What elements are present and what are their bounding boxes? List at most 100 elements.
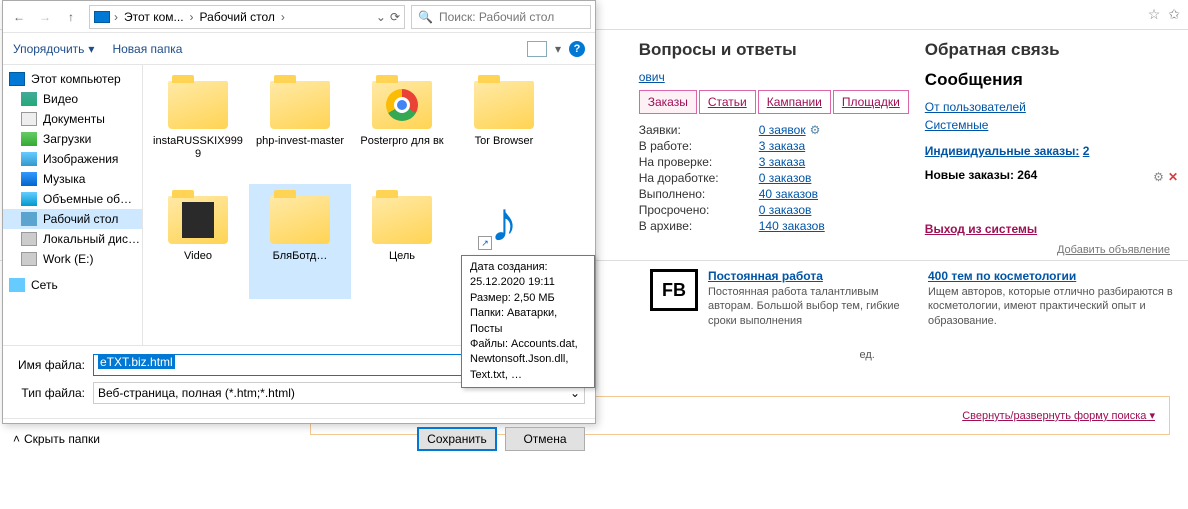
new-folder-button[interactable]: Новая папка <box>112 42 182 56</box>
stat-link[interactable]: 3 заказа <box>759 139 805 153</box>
tree-downloads[interactable]: Загрузки <box>3 129 142 149</box>
advert-text: Ищем авторов, которые отлично разбираютс… <box>928 285 1188 328</box>
chevron-down-icon[interactable]: ▾ <box>555 42 561 56</box>
advert-title-link[interactable]: Постоянная работа <box>708 269 908 283</box>
individual-orders-link[interactable]: Индивидуальные заказы: <box>925 142 1080 160</box>
file-item[interactable]: Video <box>147 184 249 299</box>
gear-icon[interactable]: ⚙ <box>1153 170 1164 184</box>
music-shortcut-icon: ↗ <box>478 194 530 250</box>
file-item[interactable]: Posterpro для вк <box>351 69 453 184</box>
new-orders-count: 264 <box>1017 168 1037 182</box>
new-orders-label: Новые заказы: <box>925 168 1014 182</box>
advert-card: FB Постоянная работа Постоянная работа т… <box>650 269 908 328</box>
filetype-label: Тип файла: <box>13 386 85 400</box>
tree-work-e[interactable]: Work (E:) <box>3 249 142 269</box>
individual-orders-count[interactable]: 2 <box>1083 144 1090 158</box>
tree-images[interactable]: Изображения <box>3 149 142 169</box>
unit-label: ед. <box>860 349 875 361</box>
refresh-icon[interactable]: ⟳ <box>390 10 400 24</box>
tree-music[interactable]: Музыка <box>3 169 142 189</box>
tab-articles[interactable]: Статьи <box>699 90 756 114</box>
collections-icon[interactable]: ✩ <box>1168 6 1180 23</box>
stat-label: На проверке: <box>639 155 759 169</box>
stat-label: Просрочено: <box>639 203 759 217</box>
cancel-button[interactable]: Отмена <box>505 427 585 451</box>
video-icon <box>21 92 37 106</box>
folder-icon <box>474 81 534 129</box>
favorite-icon[interactable]: ☆ <box>1148 6 1161 23</box>
folder-icon <box>372 81 432 129</box>
nav-back-icon[interactable]: ← <box>7 5 31 29</box>
hide-folders-toggle[interactable]: ˄Скрыть папки <box>13 432 100 446</box>
gear-icon[interactable]: ⚙ <box>810 123 821 137</box>
feedback-heading: Обратная связь <box>925 40 1170 60</box>
view-mode-icon[interactable] <box>527 41 547 57</box>
stat-label: На доработке: <box>639 171 759 185</box>
fb-logo-icon: FB <box>650 269 698 311</box>
stat-link[interactable]: 3 заказа <box>759 155 805 169</box>
pc-icon <box>94 11 110 23</box>
file-item[interactable]: Tor Browser <box>453 69 555 184</box>
stat-link[interactable]: 140 заказов <box>759 219 825 233</box>
pc-icon <box>9 72 25 86</box>
tree-3dobjects[interactable]: Объемные об… <box>3 189 142 209</box>
folder-icon <box>168 81 228 129</box>
stat-link[interactable]: 0 заказов <box>759 171 812 185</box>
download-icon <box>21 132 37 146</box>
tab-sites[interactable]: Площадки <box>833 90 909 114</box>
chevron-icon[interactable]: › <box>281 10 285 24</box>
tree-network[interactable]: Сеть <box>3 275 142 295</box>
file-item[interactable]: instaRUSSKIX9999 <box>147 69 249 184</box>
folder-tooltip: Дата создания: 25.12.2020 19:11 Размер: … <box>461 255 595 388</box>
tab-orders[interactable]: Заказы <box>639 90 697 114</box>
from-users-link[interactable]: От пользователей <box>925 98 1170 116</box>
user-name-link[interactable]: ович <box>639 70 909 84</box>
stat-link[interactable]: 0 заявок <box>759 123 806 137</box>
stat-link[interactable]: 40 заказов <box>759 187 818 201</box>
help-icon[interactable]: ? <box>569 41 585 57</box>
breadcrumb-item[interactable]: Этот ком... <box>122 10 186 24</box>
logout-link[interactable]: Выход из системы <box>925 222 1170 236</box>
document-icon <box>21 112 37 126</box>
nav-up-icon[interactable]: ↑ <box>59 5 83 29</box>
filename-label: Имя файла: <box>13 358 85 372</box>
folder-icon <box>168 196 228 244</box>
file-item[interactable]: Цель <box>351 184 453 299</box>
tree-videos[interactable]: Видео <box>3 89 142 109</box>
stat-link[interactable]: 0 заказов <box>759 203 812 217</box>
chevron-icon[interactable]: › <box>190 10 194 24</box>
search-icon: 🔍 <box>418 10 433 24</box>
tab-campaigns[interactable]: Кампании <box>758 90 831 114</box>
chevron-down-icon[interactable]: ⌄ <box>376 10 386 24</box>
tree-desktop[interactable]: Рабочий стол <box>3 209 142 229</box>
chevron-icon[interactable]: › <box>114 10 118 24</box>
disk-icon <box>21 252 37 266</box>
nav-forward-icon: → <box>33 5 57 29</box>
tree-documents[interactable]: Документы <box>3 109 142 129</box>
stat-label: В работе: <box>639 139 759 153</box>
advert-card: 400 тем по косметологии Ищем авторов, ко… <box>928 269 1188 328</box>
system-link[interactable]: Системные <box>925 116 1170 134</box>
advert-title-link[interactable]: 400 тем по косметологии <box>928 269 1188 283</box>
toggle-search-form-link[interactable]: Свернуть/развернуть форму поиска <box>962 409 1155 422</box>
breadcrumb-item[interactable]: Рабочий стол <box>198 10 277 24</box>
address-bar[interactable]: › Этот ком... › Рабочий стол › ⌄ ⟳ <box>89 5 405 29</box>
stats-tabs: Заказы Статьи Кампании Площадки <box>639 90 909 114</box>
folder-icon <box>270 81 330 129</box>
file-grid: instaRUSSKIX9999 php-invest-master Poste… <box>143 65 595 345</box>
close-icon[interactable]: ✕ <box>1168 170 1178 184</box>
folder-icon <box>270 196 330 244</box>
file-item[interactable]: php-invest-master <box>249 69 351 184</box>
tree-localdisk[interactable]: Локальный дис… <box>3 229 142 249</box>
file-item[interactable]: БляБотд… <box>249 184 351 299</box>
tree-this-pc[interactable]: Этот компьютер <box>3 69 142 89</box>
organize-menu[interactable]: Упорядочить ▾ <box>13 42 94 56</box>
stat-label: Заявки: <box>639 123 759 137</box>
save-file-dialog: ← → ↑ › Этот ком... › Рабочий стол › ⌄ ⟳… <box>2 0 596 424</box>
image-icon <box>21 152 37 166</box>
folder-icon <box>372 196 432 244</box>
save-button[interactable]: Сохранить <box>417 427 497 451</box>
3d-icon <box>21 192 37 206</box>
search-field[interactable]: 🔍 Поиск: Рабочий стол <box>411 5 591 29</box>
qa-heading: Вопросы и ответы <box>639 40 909 60</box>
